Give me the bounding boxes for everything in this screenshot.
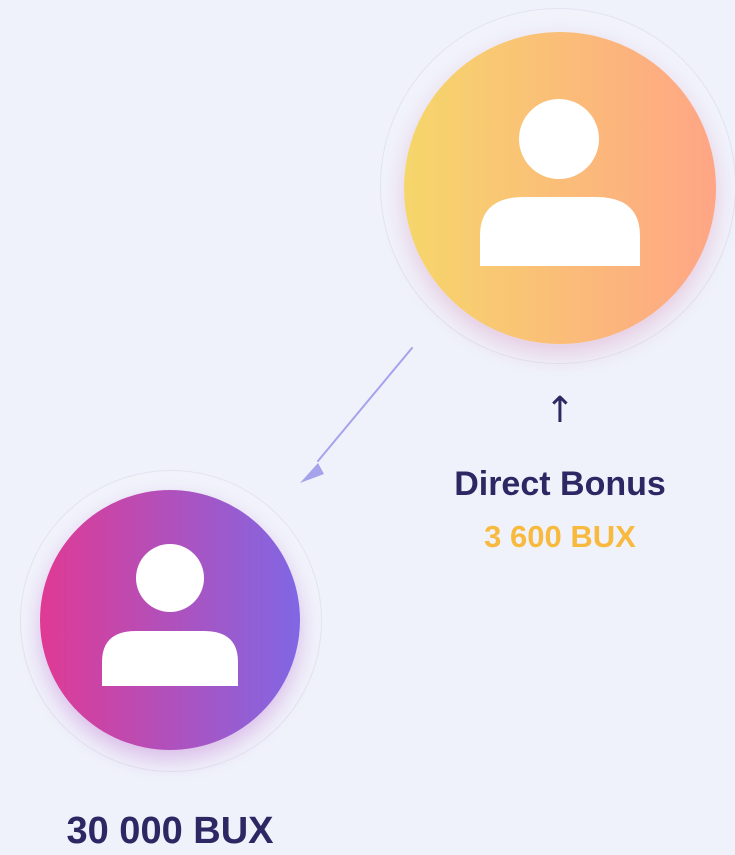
user-icon-body xyxy=(480,197,640,266)
up-arrow-icon: ↑ xyxy=(544,390,576,431)
bottom-node-amount: 30 000 BUX xyxy=(66,810,274,852)
direct-bonus-amount: 3 600 BUX xyxy=(484,519,636,554)
user-icon-head xyxy=(519,99,599,179)
user-icon-head xyxy=(136,544,204,612)
top-user-avatar xyxy=(404,32,716,344)
bottom-user-avatar xyxy=(40,490,300,750)
user-icon-body xyxy=(102,631,238,686)
user-icon xyxy=(40,490,300,750)
user-icon xyxy=(404,32,716,344)
connector-line xyxy=(317,347,413,462)
direct-bonus-title: Direct Bonus xyxy=(454,465,666,503)
connector-arrowhead xyxy=(300,463,324,483)
